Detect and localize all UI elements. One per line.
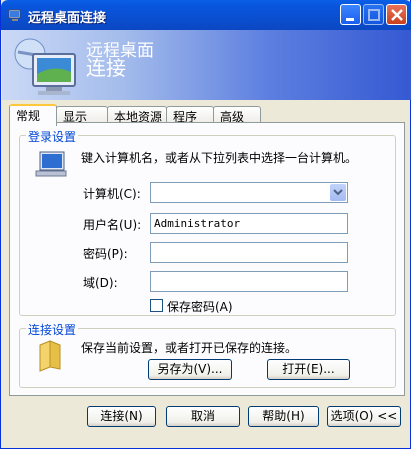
tab-general[interactable]: 常规	[9, 104, 57, 126]
username-label: 用户名(U):	[83, 218, 142, 232]
computer-combobox[interactable]	[150, 182, 348, 203]
header-banner: 远程桌面 连接	[2, 30, 411, 100]
minimize-icon	[346, 18, 354, 21]
password-field[interactable]	[150, 242, 348, 263]
login-settings-group: 登录设置 键入计算机名，或者从下拉列表中选择一台计算机。 计算机(C): 用户名…	[19, 128, 396, 316]
window-title: 远程桌面连接	[28, 11, 107, 26]
maximize-button[interactable]	[363, 4, 384, 25]
connection-settings-label: 连接设置	[26, 321, 79, 338]
connect-button[interactable]: 连接(N)	[87, 406, 156, 427]
close-button[interactable]	[386, 4, 407, 25]
dropdown-button[interactable]	[330, 184, 346, 201]
login-settings-label: 登录设置	[26, 128, 79, 145]
help-button[interactable]: 帮助(H)	[248, 406, 319, 427]
username-field[interactable]: Administrator	[150, 213, 348, 234]
cancel-button[interactable]: 取消	[166, 406, 240, 427]
maximize-icon	[368, 9, 380, 21]
save-password-checkbox[interactable]	[150, 299, 163, 312]
save-as-button[interactable]: 另存为(V)...	[148, 359, 232, 380]
options-button[interactable]: 选项(O) <<	[327, 406, 401, 427]
password-label: 密码(P):	[83, 247, 128, 261]
domain-field[interactable]	[150, 271, 348, 292]
minimize-button[interactable]	[340, 4, 361, 25]
connection-settings-group: 连接设置 保存当前设置，或者打开已保存的连接。 另存为(V)... 打开(E).…	[19, 321, 396, 388]
title-bar[interactable]: 远程桌面连接	[1, 0, 411, 30]
computer-icon	[14, 38, 76, 95]
connection-instruction: 保存当前设置，或者打开已保存的连接。	[81, 341, 298, 355]
remote-desktop-window: 远程桌面连接 远程桌面 连接 常规 显示 本地资源 程序 高级 登录设置 键入计…	[0, 0, 411, 449]
close-icon	[391, 9, 403, 21]
domain-label: 域(D):	[83, 276, 118, 290]
login-instruction: 键入计算机名，或者从下拉列表中选择一台计算机。	[81, 151, 358, 165]
open-button[interactable]: 打开(E)...	[267, 359, 350, 380]
computer-label: 计算机(C):	[83, 187, 141, 201]
folder-icon	[39, 340, 61, 372]
monitor-icon	[35, 151, 67, 177]
remote-desktop-icon	[8, 9, 21, 21]
save-password-label[interactable]: 保存密码(A)	[167, 298, 233, 315]
tab-panel-general: 登录设置 键入计算机名，或者从下拉列表中选择一台计算机。 计算机(C): 用户名…	[9, 122, 405, 396]
banner-title-line2: 连接	[86, 56, 126, 80]
chevron-down-icon	[333, 189, 343, 196]
